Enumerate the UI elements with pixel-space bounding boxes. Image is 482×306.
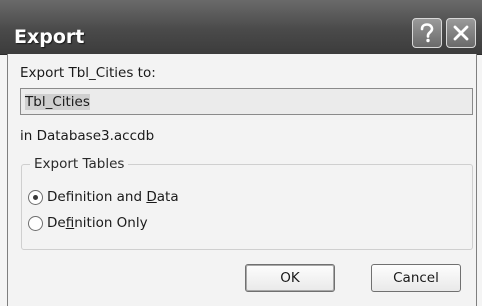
ok-button[interactable]: OK (245, 264, 335, 292)
radio-button-selected[interactable] (28, 189, 43, 205)
radio-button[interactable] (28, 215, 43, 231)
radio-dot (33, 194, 38, 200)
definition-and-data-option[interactable]: Definition and Data (28, 189, 179, 205)
input-value: Tbl_Cities (25, 93, 90, 110)
close-x-icon (453, 25, 469, 41)
export-dialog: Export Export Tbl_Cities to: Tbl_Cities … (0, 0, 482, 306)
database-label: in Database3.accdb (20, 128, 155, 144)
definition-only-option[interactable]: Definition Only (28, 215, 148, 231)
title-bar[interactable]: Export (0, 0, 482, 55)
export-target-label: Export Tbl_Cities to: (20, 65, 156, 81)
cancel-button[interactable]: Cancel (371, 264, 461, 292)
question-mark-icon (420, 23, 434, 43)
help-button[interactable] (412, 18, 442, 48)
export-tables-group: Export Tables Definition and Data Defini… (21, 156, 473, 250)
dialog-body: Export Tbl_Cities to: Tbl_Cities in Data… (7, 54, 477, 306)
option-label: Definition and Data (47, 189, 179, 205)
table-name-input[interactable]: Tbl_Cities (20, 88, 473, 115)
group-title: Export Tables (30, 156, 129, 172)
window-title: Export (14, 26, 85, 48)
option-label: Definition Only (47, 215, 148, 231)
close-button[interactable] (446, 18, 476, 48)
